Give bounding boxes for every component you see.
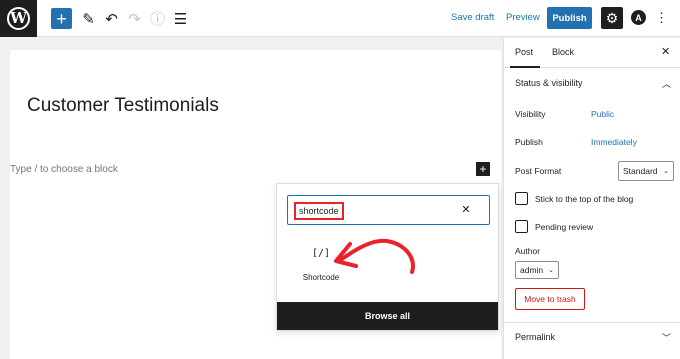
shortcode-block-item[interactable]: [/] Shortcode [295,247,347,282]
publish-date-link[interactable]: Immediately [591,137,637,147]
block-placeholder[interactable]: Type / to choose a block [10,164,118,175]
sticky-checkbox[interactable] [515,192,528,205]
panel-title: Permalink [515,332,556,342]
block-search-input[interactable]: shortcode ✕ [287,195,490,225]
panel-title: Status & visibility [515,78,583,88]
active-tab-indicator [510,66,540,68]
settings-button[interactable]: ⚙ [601,7,623,29]
save-draft-button[interactable]: Save draft [451,12,494,23]
sticky-label: Stick to the top of the blog [535,194,634,204]
visibility-value-link[interactable]: Public [591,109,614,119]
permalink-panel-header[interactable]: Permalink ﹀ [504,323,680,353]
clear-search-icon[interactable]: ✕ [458,202,474,218]
block-inserter-toggle[interactable]: + [51,8,72,29]
post-title[interactable]: Customer Testimonials [27,95,219,117]
settings-sidebar: Post Block ✕ Status & visibility ︿ Visib… [503,38,680,359]
publish-button[interactable]: Publish [547,7,592,29]
block-inserter-popover: shortcode ✕ [/] Shortcode Browse all [276,183,499,331]
wordpress-icon: W [7,7,30,30]
move-to-trash-button[interactable]: Move to trash [515,288,585,310]
wordpress-logo-button[interactable]: W [0,0,37,37]
search-term-highlight: shortcode [294,202,344,220]
post-format-selected: Standard [623,166,658,176]
status-visibility-panel-header[interactable]: Status & visibility ︿ [504,69,680,99]
list-view-icon[interactable]: ☰ [170,8,191,29]
gear-icon: ⚙ [605,9,619,26]
author-select[interactable]: admin ⌄ [515,261,559,279]
info-icon[interactable]: ⓘ [147,8,168,29]
preview-button[interactable]: Preview [506,12,540,23]
inline-add-block-button[interactable]: + [476,162,490,176]
sidebar-tabs: Post Block ✕ [504,38,680,68]
block-item-label: Shortcode [302,273,340,282]
browse-all-button[interactable]: Browse all [277,302,498,330]
chevron-down-icon: ﹀ [662,333,672,343]
top-toolbar: W + ✎ ↶ ↷ ⓘ ☰ Save draft Preview Publish… [0,0,680,37]
chevron-up-icon: ︿ [662,79,672,89]
undo-icon[interactable]: ↶ [101,8,122,29]
author-label: Author [515,246,541,256]
more-options-icon[interactable]: ⋮ [655,9,668,27]
shortcode-icon: [/] [311,248,331,259]
publish-label: Publish [515,137,543,147]
chevron-down-icon: ⌄ [548,267,554,274]
tab-post[interactable]: Post [515,47,533,57]
pending-review-checkbox[interactable] [515,220,528,233]
tab-block[interactable]: Block [552,47,574,57]
astra-icon[interactable]: A [631,10,646,25]
author-selected: admin [520,265,544,275]
visibility-label: Visibility [515,109,546,119]
chevron-down-icon: ⌄ [663,168,669,175]
post-format-select[interactable]: Standard ⌄ [618,161,674,181]
close-sidebar-icon[interactable]: ✕ [661,45,670,58]
redo-icon[interactable]: ↷ [124,8,145,29]
post-format-label: Post Format [515,166,562,176]
pending-review-label: Pending review [535,222,594,232]
tools-pencil-icon[interactable]: ✎ [78,8,99,29]
